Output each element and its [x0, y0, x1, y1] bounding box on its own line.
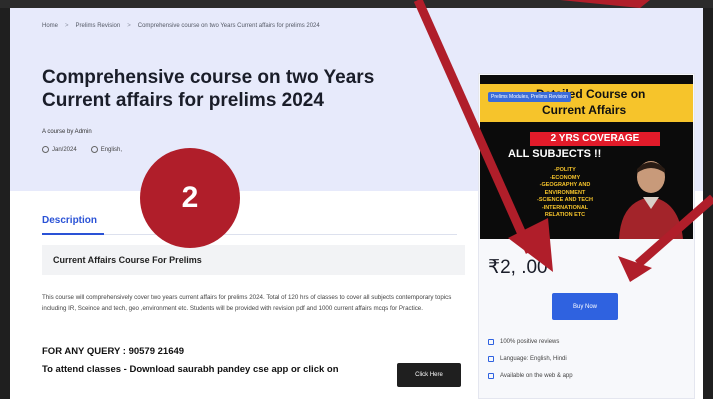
breadcrumb-home[interactable]: Home [42, 23, 58, 29]
breadcrumb-current: Comprehensive course on two Years Curren… [137, 23, 320, 29]
subject-item: -POLITY [554, 167, 576, 173]
subject-item: RELATION ETC [544, 212, 586, 218]
step-number-marker: 2 [140, 148, 240, 248]
tab-divider [42, 234, 457, 235]
instructor-photo [619, 161, 683, 239]
device-icon [488, 373, 494, 379]
date-meta: Jan/2024 [42, 146, 77, 153]
breadcrumb: Home > Prelims Revision > Comprehensive … [42, 23, 320, 29]
coverage-banner: 2 YRS COVERAGE [530, 132, 660, 146]
globe-icon [90, 146, 98, 153]
subjects-list: -POLITY -ECONOMY -GEOGRAPHY AND ENVIRONM… [510, 167, 620, 220]
tab-active-indicator [42, 233, 104, 235]
feature-reviews: 100% positive reviews [488, 339, 559, 345]
course-author: A course by Admin [42, 129, 92, 135]
attend-instructions: To attend classes - Download saurabh pan… [42, 364, 339, 375]
subject-item: -GEOGRAPHY AND [539, 182, 591, 188]
language-icon [488, 356, 494, 362]
subject-item: -SCIENCE AND TECH [536, 197, 594, 203]
query-contact: FOR ANY QUERY : 90579 21649 [42, 346, 185, 357]
feature-language: Language: English, Hindi [488, 356, 567, 362]
page-title: Comprehensive course on two Years Curren… [42, 67, 375, 111]
feature-label: Available on the web & app [500, 373, 573, 379]
thumbs-up-icon [488, 339, 494, 345]
description-heading: Current Affairs Course For Prelims [42, 245, 465, 275]
click-here-button[interactable]: Click Here [397, 363, 461, 387]
breadcrumb-separator: > [65, 23, 69, 29]
course-page: Home > Prelims Revision > Comprehensive … [10, 8, 703, 399]
thumbnail-title-2: Current Affairs [542, 103, 627, 117]
feature-label: Language: English, Hindi [500, 356, 567, 362]
top-bar [0, 0, 713, 8]
course-thumbnail[interactable]: Detailed Course on Current Affairs Preli… [480, 75, 693, 239]
subject-item: -ECONOMY [549, 174, 581, 181]
course-meta: Jan/2024 English, [42, 146, 122, 153]
feature-label: 100% positive reviews [500, 339, 560, 345]
course-price: ₹2, .00 [488, 257, 548, 278]
tab-description[interactable]: Description [42, 215, 97, 226]
breadcrumb-separator: > [127, 23, 131, 29]
subject-item: -INTERNATIONAL [541, 204, 589, 211]
subject-item: ENVIRONMENT [544, 189, 586, 196]
course-date: Jan/2024 [52, 146, 77, 153]
clock-icon [42, 146, 49, 153]
breadcrumb-category[interactable]: Prelims Revision [76, 23, 121, 29]
category-badge: Prelims Modules, Prelims Revision [488, 92, 571, 102]
buy-now-button[interactable]: Buy Now [552, 293, 618, 320]
course-language: English, [100, 146, 123, 153]
all-subjects-heading: ALL SUBJECTS !! [508, 148, 602, 160]
language-meta: English, [90, 146, 123, 153]
feature-availability: Available on the web & app [488, 373, 573, 379]
description-text: This course will comprehensively cover t… [42, 294, 452, 312]
